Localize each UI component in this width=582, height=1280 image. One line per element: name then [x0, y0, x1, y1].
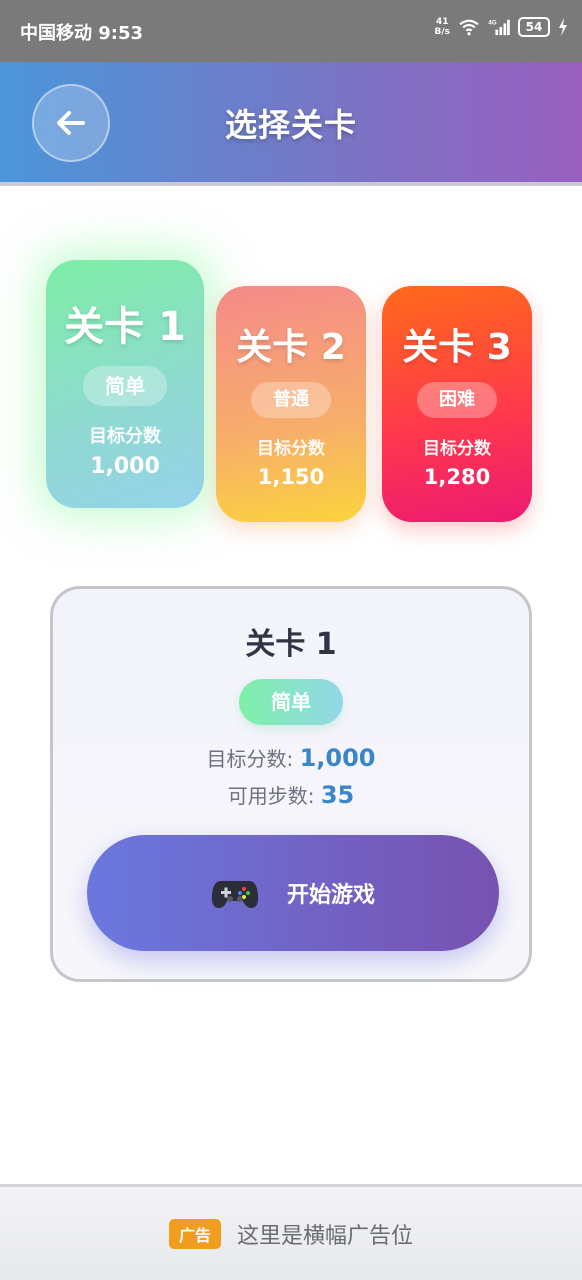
battery-level: 54 — [525, 20, 543, 34]
detail-level-title: 关卡 1 — [245, 627, 337, 662]
difficulty-badge: 简单 — [83, 366, 167, 406]
target-score-value: 1,150 — [257, 465, 325, 489]
network-speed-value: 41 — [435, 17, 449, 27]
level-name: 关卡 3 — [402, 327, 512, 368]
network-speed-unit: B/s — [434, 27, 450, 37]
page-title: 选择关卡 — [224, 106, 357, 144]
level-card-1[interactable]: 关卡 1 简单 目标分数 1,000 — [46, 260, 204, 508]
detail-steps-row: 可用步数: 35 — [53, 780, 529, 809]
target-score-value: 1,280 — [423, 465, 491, 489]
target-score-label: 目标分数 — [423, 439, 491, 459]
charging-icon — [559, 18, 567, 36]
difficulty-badge: 困难 — [417, 382, 497, 418]
app-header: 选择关卡 — [0, 62, 582, 186]
level-detail-panel: 关卡 1 简单 目标分数: 1,000 可用步数: 35 开始游戏 — [50, 586, 532, 982]
level-name: 关卡 2 — [236, 327, 346, 368]
status-icons: 41 B/s 4G 54 — [434, 17, 568, 37]
cellular-signal-icon: 4G — [488, 19, 510, 36]
network-type-label: 4G — [488, 19, 497, 26]
difficulty-badge: 普通 — [251, 382, 331, 418]
ad-banner[interactable]: 广告 这里是横幅广告位 — [0, 1184, 582, 1280]
detail-steps-value: 35 — [320, 781, 355, 809]
target-score-label: 目标分数 — [257, 439, 325, 459]
detail-target-label: 目标分数: — [206, 747, 300, 771]
status-bar: 中国移动 9:53 41 B/s 4G 54 — [0, 0, 582, 62]
battery-indicator: 54 — [518, 17, 550, 37]
level-card-3[interactable]: 关卡 3 困难 目标分数 1,280 — [382, 286, 532, 522]
start-game-label: 开始游戏 — [286, 883, 375, 908]
wifi-icon — [459, 19, 479, 36]
level-card-2[interactable]: 关卡 2 普通 目标分数 1,150 — [216, 286, 366, 522]
detail-difficulty-badge: 简单 — [239, 679, 343, 725]
network-speed: 41 B/s — [434, 17, 450, 37]
ad-tag: 广告 — [168, 1218, 221, 1249]
detail-steps-label: 可用步数: — [227, 784, 321, 808]
carrier-time: 中国移动 9:53 — [20, 23, 144, 44]
ad-text: 这里是横幅广告位 — [237, 1223, 414, 1249]
target-score-label: 目标分数 — [89, 426, 161, 447]
start-game-button[interactable]: 开始游戏 — [87, 835, 499, 951]
target-score-value: 1,000 — [90, 454, 160, 479]
detail-target-value: 1,000 — [299, 744, 376, 772]
gamepad-icon — [211, 881, 259, 908]
detail-target-row: 目标分数: 1,000 — [53, 743, 529, 772]
level-name: 关卡 1 — [64, 304, 186, 350]
